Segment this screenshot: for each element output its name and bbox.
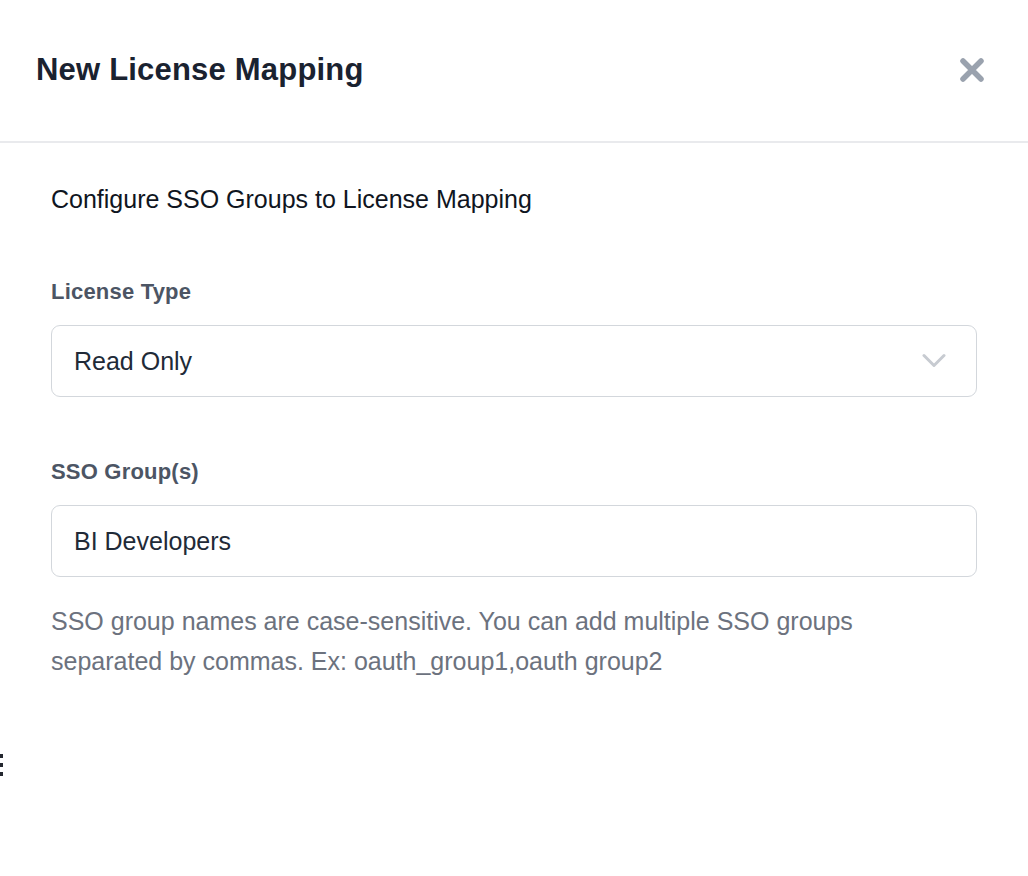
modal-header: New License Mapping — [0, 0, 1028, 143]
chevron-down-icon — [922, 354, 946, 369]
sso-groups-label: SSO Group(s) — [51, 459, 199, 485]
sso-groups-input[interactable]: BI Developers — [51, 505, 977, 577]
license-type-select[interactable]: Read Only — [51, 325, 977, 397]
sso-groups-value: BI Developers — [52, 527, 231, 556]
close-icon[interactable] — [957, 55, 987, 85]
license-type-label: License Type — [51, 279, 191, 305]
background-list-icon — [0, 754, 4, 778]
dialog-subtitle: Configure SSO Groups to License Mapping — [51, 185, 532, 214]
sso-groups-help-text: SSO group names are case-sensitive. You … — [51, 601, 921, 681]
license-type-value: Read Only — [52, 347, 192, 376]
license-mapping-dialog: New License Mapping Configure SSO Groups… — [0, 0, 1028, 876]
modal-title: New License Mapping — [36, 52, 364, 88]
